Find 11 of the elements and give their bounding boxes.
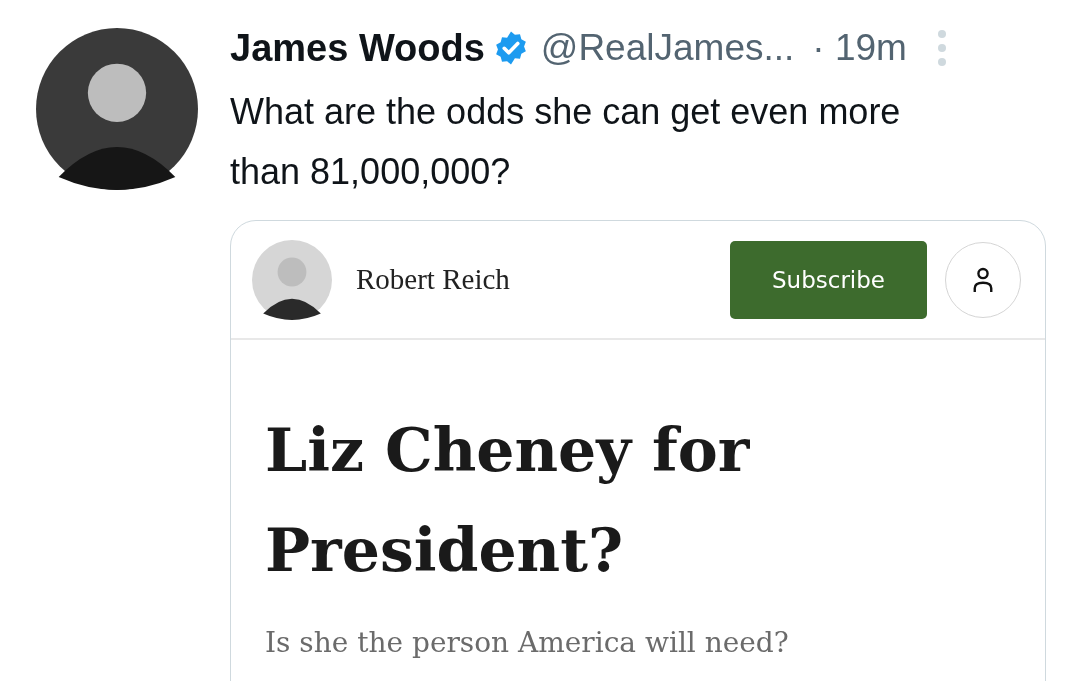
timestamp[interactable]: · 19m xyxy=(812,27,907,69)
tweet-text: What are the odds she can get even more than 81,000,000? xyxy=(230,90,902,194)
user-handle[interactable]: @RealJames... xyxy=(540,27,795,69)
article-subtitle: Is she the person America will need? xyxy=(265,626,790,659)
avatar[interactable] xyxy=(252,239,332,320)
avatar[interactable] xyxy=(36,28,198,190)
person-icon xyxy=(972,265,994,294)
subscribe-button[interactable]: Subscribe xyxy=(730,240,927,319)
article-title: Liz Cheney for President? xyxy=(265,414,751,587)
author-name[interactable]: James Woods xyxy=(230,26,485,70)
publication-author: Robert Reich xyxy=(356,263,511,296)
